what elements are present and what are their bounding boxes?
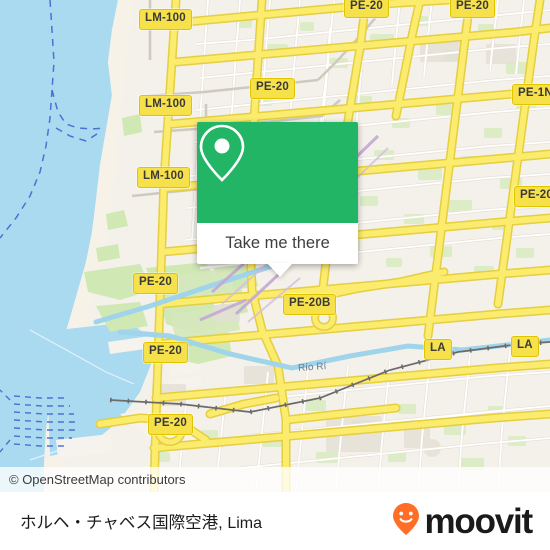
map-canvas[interactable]: LM-100 PE-20 PE-20 PE-20 PE-1N LM-100 LM… bbox=[0, 0, 550, 492]
road-shield[interactable]: LA bbox=[424, 339, 452, 360]
popup-footer[interactable]: Take me there bbox=[197, 223, 358, 264]
road-shield[interactable]: PE-20 bbox=[143, 342, 188, 363]
road-shield[interactable]: PE-20 bbox=[344, 0, 389, 18]
take-me-there-popup[interactable]: Take me there bbox=[197, 122, 358, 277]
place-separator: , bbox=[218, 514, 228, 532]
take-me-there-label: Take me there bbox=[225, 234, 330, 252]
map-attribution-bar: © OpenStreetMap contributors bbox=[0, 467, 550, 492]
place-title: ホルヘ・チャベス国際空港, Lima bbox=[20, 509, 262, 533]
road-shield[interactable]: LM-100 bbox=[139, 9, 192, 30]
place-name: ホルヘ・チャベス国際空港 bbox=[20, 514, 219, 532]
road-shield[interactable]: LM-100 bbox=[137, 167, 190, 188]
moovit-smiling-pin-icon bbox=[391, 502, 421, 541]
moovit-logo[interactable]: moovit bbox=[391, 501, 533, 541]
road-shield[interactable]: LA bbox=[511, 336, 539, 357]
road-shield[interactable]: PE-1N bbox=[512, 84, 550, 105]
road-shield[interactable]: PE-20 bbox=[450, 0, 495, 18]
map-screenshot: LM-100 PE-20 PE-20 PE-20 PE-1N LM-100 LM… bbox=[0, 0, 550, 550]
moovit-wordmark: moovit bbox=[424, 501, 533, 541]
road-shield[interactable]: PE-20 bbox=[133, 273, 178, 294]
road-shield[interactable]: PE-20 bbox=[148, 414, 193, 435]
road-shield[interactable]: PE-20B bbox=[283, 294, 337, 315]
road-shield[interactable]: PE-20 bbox=[250, 78, 295, 99]
popup-header bbox=[197, 122, 358, 223]
footer-bar: ホルヘ・チャベス国際空港, Lima moovit bbox=[0, 492, 550, 550]
place-city: Lima bbox=[227, 515, 263, 532]
popup-tail bbox=[267, 263, 293, 277]
osm-attribution-text[interactable]: © OpenStreetMap contributors bbox=[0, 472, 186, 487]
road-shield[interactable]: LM-100 bbox=[139, 95, 192, 116]
road-shield[interactable]: PE-20 bbox=[514, 186, 550, 207]
river-label: Río Rí bbox=[297, 361, 327, 374]
